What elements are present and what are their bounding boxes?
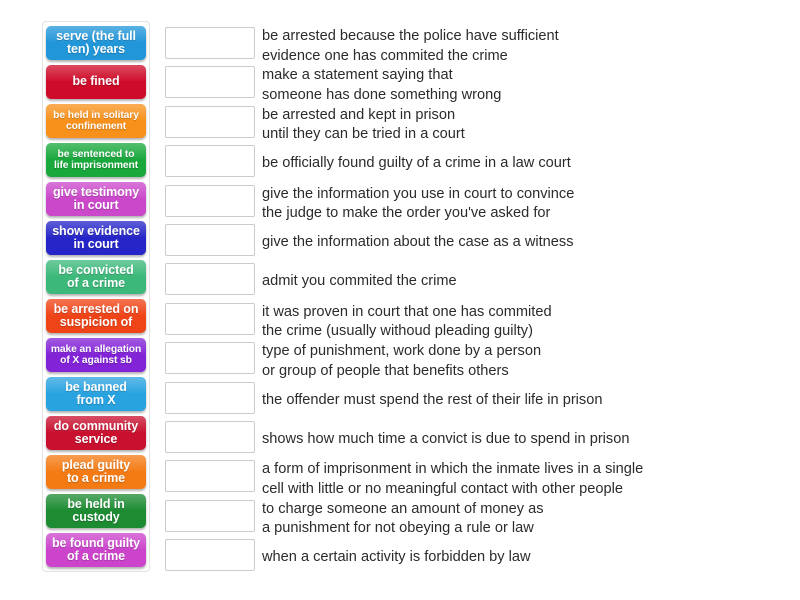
drop-zone[interactable] <box>165 145 255 178</box>
draggable-tile[interactable]: be held in custody <box>46 494 146 528</box>
drop-row: give the information about the case as a… <box>165 223 785 263</box>
draggable-tile[interactable]: be banned from X <box>46 377 146 411</box>
drop-row: when a certain activity is forbidden by … <box>165 539 785 578</box>
draggable-tile[interactable]: give testimony in court <box>46 182 146 216</box>
drop-row: a form of imprisonment in which the inma… <box>165 460 785 499</box>
drop-zone[interactable] <box>165 342 255 375</box>
drop-row: the offender must spend the rest of thei… <box>165 381 785 421</box>
draggable-tile[interactable]: be held in solitary confinement <box>46 104 146 138</box>
drop-row: type of punishment, work done by a perso… <box>165 342 785 381</box>
drop-zone[interactable] <box>165 184 255 217</box>
tile-label: be held in custody <box>67 496 125 524</box>
tile-label: plead guilty to a crime <box>61 457 131 485</box>
definition-text: it was proven in court that one has comm… <box>262 303 552 340</box>
definition-text: be officially found guilty of a crime in… <box>262 155 571 172</box>
tile-label: give testimony in court <box>52 184 140 212</box>
drop-row: it was proven in court that one has comm… <box>165 302 785 342</box>
definition-text: to charge someone an amount of money as … <box>262 500 544 537</box>
tile-label: be found guilty of a crime <box>51 535 141 563</box>
definition-text: admit you commited the crime <box>262 273 457 290</box>
draggable-tile[interactable]: plead guilty to a crime <box>46 455 146 489</box>
draggable-tile[interactable]: make an allegation of X against sb <box>46 338 146 372</box>
drop-row-list: be arrested because the police have suff… <box>165 27 785 578</box>
drop-row: be officially found guilty of a crime in… <box>165 145 785 184</box>
tile-label: show evidence in court <box>52 223 140 251</box>
draggable-tile[interactable]: do community service <box>46 416 146 450</box>
definition-text: when a certain activity is forbidden by … <box>262 549 531 566</box>
definition-text: be arrested because the police have suff… <box>262 28 559 64</box>
draggable-tile[interactable]: be convicted of a crime <box>46 260 146 294</box>
drop-zone[interactable] <box>165 66 255 99</box>
definition-text: be arrested and kept in prison until the… <box>262 106 465 143</box>
match-up-exercise: serve (the full ten) years be fined be hel… <box>0 0 800 600</box>
definition-text: give the information about the case as a… <box>262 233 574 250</box>
definition-text: shows how much time a convict is due to … <box>262 430 630 447</box>
tile-label: be sentenced to life imprisonment <box>53 148 139 171</box>
drop-row: admit you commited the crime <box>165 263 785 302</box>
drop-zone[interactable] <box>165 420 255 453</box>
tile-label: do community service <box>53 418 139 446</box>
draggable-tile[interactable]: serve (the full ten) years <box>46 26 146 60</box>
drop-zone[interactable] <box>165 105 255 138</box>
drop-row: give the information you use in court to… <box>165 184 785 224</box>
draggable-tile[interactable]: show evidence in court <box>46 221 146 255</box>
definition-text: a form of imprisonment in which the inma… <box>262 461 644 497</box>
draggable-tile[interactable]: be sentenced to life imprisonment <box>46 143 146 177</box>
definition-text: the offender must spend the rest of thei… <box>262 391 603 408</box>
definition-text: type of punishment, work done by a perso… <box>262 343 542 379</box>
tile-label: be arrested on suspicion of <box>53 301 139 329</box>
draggable-tile[interactable]: be found guilty of a crime <box>46 533 146 567</box>
draggable-tile[interactable]: be fined <box>46 65 146 99</box>
drop-row: make a statement saying that someone has… <box>165 66 785 105</box>
drop-zone[interactable] <box>165 27 255 59</box>
drop-zone[interactable] <box>165 381 255 414</box>
definition-text: give the information you use in court to… <box>262 185 575 222</box>
definition-text: make a statement saying that someone has… <box>262 67 502 103</box>
drop-zone[interactable] <box>165 460 255 493</box>
drop-zone[interactable] <box>165 499 255 532</box>
drop-row: be arrested because the police have suff… <box>165 27 785 66</box>
draggable-tile[interactable]: be arrested on suspicion of <box>46 299 146 333</box>
tile-label: be held in solitary confinement <box>53 109 139 132</box>
drop-zone[interactable] <box>165 263 255 296</box>
drop-row: be arrested and kept in prison until the… <box>165 105 785 145</box>
drop-zone[interactable] <box>165 539 255 572</box>
draggable-tile-tray: serve (the full ten) years be fined be hel… <box>42 21 150 572</box>
tile-label: be fined <box>72 74 120 89</box>
drop-row: shows how much time a convict is due to … <box>165 420 785 460</box>
tile-label: be banned from X <box>65 379 127 407</box>
tile-label: be convicted of a crime <box>58 262 134 290</box>
drop-zone[interactable] <box>165 302 255 335</box>
tile-label: make an allegation of X against sb <box>50 343 142 366</box>
tile-label: serve (the full ten) years <box>56 28 136 56</box>
drop-zone[interactable] <box>165 223 255 256</box>
drop-row: to charge someone an amount of money as … <box>165 499 785 539</box>
